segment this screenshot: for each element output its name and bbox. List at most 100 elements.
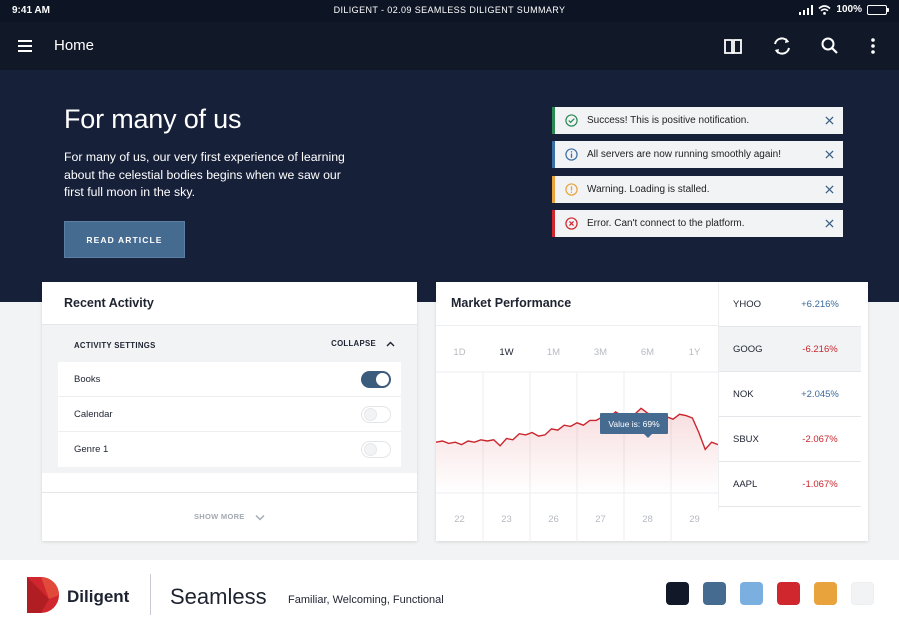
show-more-label: SHOW MORE — [193, 512, 245, 521]
collapse-label: COLLAPSE — [331, 339, 376, 348]
stock-change: -2.067% — [802, 433, 838, 445]
tagline: Familiar, Welcoming, Functional — [288, 594, 444, 606]
close-icon[interactable] — [815, 176, 843, 203]
stock-row-nok[interactable]: NOK +2.045% — [719, 372, 861, 417]
stock-change: -6.216% — [802, 343, 838, 355]
app-bar: Home — [0, 22, 899, 70]
range-tab-1d[interactable]: 1D — [453, 347, 465, 358]
notification-text: Error. Can't connect to the platform. — [587, 218, 745, 229]
setting-label: Calendar — [74, 408, 113, 420]
notification-text: Success! This is positive notification. — [587, 115, 750, 126]
range-tab-1m[interactable]: 1M — [547, 347, 560, 358]
close-icon[interactable] — [815, 107, 843, 134]
stock-symbol: NOK — [733, 388, 754, 400]
sync-icon[interactable] — [770, 34, 794, 58]
chart-area: 1D 1W 1M 3M 6M 1Y 22 23 26 27 28 29 Value is: 69% — [435, 325, 719, 542]
range-tab-1y[interactable]: 1Y — [689, 347, 701, 358]
status-bar: 9:41 AM DILIGENT - 02.09 SEAMLESS DILIGE… — [0, 0, 899, 22]
x-tick-label: 29 — [689, 514, 700, 525]
setting-row-books: Books — [58, 362, 401, 397]
app-screen: 9:41 AM DILIGENT - 02.09 SEAMLESS DILIGE… — [0, 0, 899, 628]
hero-body: For many of us, our very first experienc… — [64, 150, 345, 199]
book-icon[interactable] — [721, 34, 745, 58]
recent-activity-card: Recent Activity ACTIVITY SETTINGS COLLAP… — [42, 282, 417, 541]
activity-settings-label: ACTIVITY SETTINGS — [74, 341, 156, 350]
check-circle-icon — [565, 114, 578, 127]
color-swatch-light-blue — [740, 582, 763, 605]
stock-symbol: AAPL — [733, 478, 758, 490]
color-swatch-red — [777, 582, 800, 605]
card-title: Recent Activity — [42, 282, 417, 325]
show-more-button[interactable]: SHOW MORE — [42, 512, 417, 521]
hero-heading: For many of us — [64, 104, 242, 134]
stock-row-yhoo[interactable]: YHOO +6.216% — [719, 282, 861, 327]
footer-divider — [150, 574, 151, 615]
stock-change: -1.067% — [802, 478, 838, 490]
card-title: Market Performance — [451, 296, 572, 310]
stock-symbol: SBUX — [733, 433, 759, 445]
notification-success: Success! This is positive notification. — [552, 107, 843, 134]
stock-change: +2.045% — [801, 388, 839, 400]
footer: Diligent Seamless Familiar, Welcoming, F… — [0, 560, 899, 628]
notification-error: Error. Can't connect to the platform. — [552, 210, 843, 237]
color-swatch-slate-blue — [703, 582, 726, 605]
chevron-up-icon — [386, 341, 395, 346]
notification-text: All servers are now running smoothly aga… — [587, 149, 781, 160]
stock-symbol: GOOG — [733, 343, 763, 355]
x-tick-label: 28 — [642, 514, 653, 525]
range-tab-6m[interactable]: 6M — [641, 347, 654, 358]
search-icon[interactable] — [818, 34, 842, 58]
color-swatch-orange — [814, 582, 837, 605]
chart-tooltip-text: Value is: 69% — [608, 419, 660, 429]
x-tick-label: 22 — [454, 514, 465, 525]
info-icon — [565, 148, 578, 161]
warning-icon — [565, 183, 578, 196]
x-tick-label: 26 — [548, 514, 559, 525]
stock-row-aapl[interactable]: AAPL -1.067% — [719, 462, 861, 507]
hero-section: For many of us For many of us, our very … — [0, 70, 899, 302]
setting-label: Genre 1 — [74, 444, 109, 455]
page-title: Home — [54, 37, 95, 54]
stock-row-goog[interactable]: GOOG -6.216% — [719, 327, 861, 372]
stock-change: +6.216% — [801, 298, 839, 310]
read-article-button[interactable]: READ ARTICLE — [64, 221, 185, 258]
notification-warning: Warning. Loading is stalled. — [552, 176, 843, 203]
battery-icon — [867, 4, 889, 15]
divider — [42, 492, 417, 493]
books-toggle[interactable] — [361, 370, 391, 388]
stock-row-sbux[interactable]: SBUX -2.067% — [719, 417, 861, 462]
signal-icon — [799, 4, 814, 15]
settings-list: Books Calendar Genre 1 — [58, 362, 401, 467]
status-bar-success — [552, 107, 555, 134]
product-name: Seamless — [170, 584, 267, 609]
market-line-chart: 1D 1W 1M 3M 6M 1Y 22 23 26 27 28 29 Value is: 69% — [435, 347, 719, 542]
more-icon[interactable] — [861, 34, 885, 58]
x-tick-label: 23 — [501, 514, 512, 525]
calendar-toggle[interactable] — [361, 405, 391, 423]
diligent-logo — [27, 577, 59, 613]
close-icon[interactable] — [815, 210, 843, 237]
close-icon[interactable] — [815, 141, 843, 168]
activity-settings-panel: ACTIVITY SETTINGS COLLAPSE Books Calenda… — [42, 325, 417, 473]
error-icon — [565, 217, 578, 230]
range-tab-3m[interactable]: 3M — [594, 347, 607, 358]
collapse-button[interactable]: COLLAPSE — [331, 339, 395, 348]
status-bar-info — [552, 141, 555, 168]
color-swatch-navy — [666, 582, 689, 605]
setting-label: Books — [74, 373, 101, 385]
genre-1-toggle[interactable] — [361, 441, 391, 458]
notification-text: Warning. Loading is stalled. — [587, 184, 710, 195]
range-tab-1w[interactable]: 1W — [499, 347, 513, 358]
status-title: DILIGENT - 02.09 SEAMLESS DILIGENT SUMMA… — [333, 5, 566, 15]
battery-percent: 100% — [836, 4, 862, 15]
x-tick-label: 27 — [595, 514, 606, 525]
brand-name: Diligent — [67, 587, 130, 606]
wifi-icon — [818, 4, 831, 15]
notification-info: All servers are now running smoothly aga… — [552, 141, 843, 168]
setting-row-calendar: Calendar — [58, 397, 401, 432]
color-swatch-light-gray — [851, 582, 874, 605]
market-performance-card: Market Performance 1D 1W 1M 3M 6M 1Y 22 23 26 27 2… — [435, 282, 868, 542]
menu-icon[interactable] — [18, 38, 36, 54]
setting-row-genre-1: Genre 1 — [58, 432, 401, 467]
stock-list: YHOO +6.216% GOOG -6.216% NOK +2.045% SB… — [718, 282, 861, 510]
